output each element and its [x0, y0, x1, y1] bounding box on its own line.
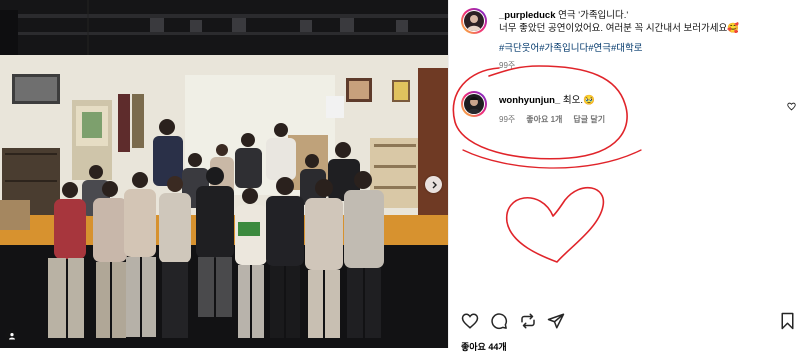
post-caption: _purpleduck 연극 '가족입니다.' 너무 좋았던 공연이었어요. 여… [499, 9, 791, 72]
post-detail-panel: _purpleduck 연극 '가족입니다.' 너무 좋았던 공연이었어요. 여… [448, 0, 800, 352]
comment-timestamp[interactable]: 99주 [499, 113, 515, 126]
post-title: 연극 '가족입니다.' [558, 10, 629, 21]
hashtag-list: #극단웃어#가족입니다#연극#대학로 [499, 42, 791, 55]
chevron-right-icon[interactable] [425, 176, 442, 193]
bookmark-icon[interactable] [779, 312, 796, 335]
comment-text: 최오.🥹 [562, 95, 595, 106]
comment-like-icon[interactable] [787, 98, 796, 116]
commenter-username[interactable]: wonhyunjun_ [499, 95, 560, 106]
user-tag-icon[interactable] [5, 329, 18, 342]
post-caption-text: 너무 좋았던 공연이었어요. 여러분 꼭 시간내서 보러가세요🥰 [499, 23, 740, 34]
share-icon[interactable] [547, 312, 565, 335]
reply-button[interactable]: 답글 달기 [573, 113, 605, 126]
hashtag-link[interactable]: #연극 [588, 43, 611, 54]
repost-icon[interactable] [519, 312, 537, 335]
heart-icon[interactable] [461, 312, 479, 335]
hashtag-link[interactable]: #극단웃어 [499, 43, 539, 54]
hashtag-link[interactable]: #대학로 [611, 43, 643, 54]
like-count[interactable]: 좋아요 44개 [461, 340, 507, 353]
comment-item: wonhyunjun_ 최오.🥹 99주 좋아요 1개 답글 달기 [499, 94, 759, 126]
group-photo-illustration [0, 0, 448, 348]
post-photo[interactable] [0, 0, 448, 348]
comment-icon[interactable] [490, 312, 508, 335]
hashtag-link[interactable]: #가족입니다 [539, 43, 588, 54]
post-action-bar [461, 312, 795, 334]
post-timestamp[interactable]: 99주 [499, 59, 791, 72]
comment-likes[interactable]: 좋아요 1개 [526, 113, 562, 126]
commenter-avatar[interactable] [461, 91, 487, 117]
author-avatar[interactable] [461, 8, 487, 34]
author-username[interactable]: _purpleduck [499, 10, 556, 21]
